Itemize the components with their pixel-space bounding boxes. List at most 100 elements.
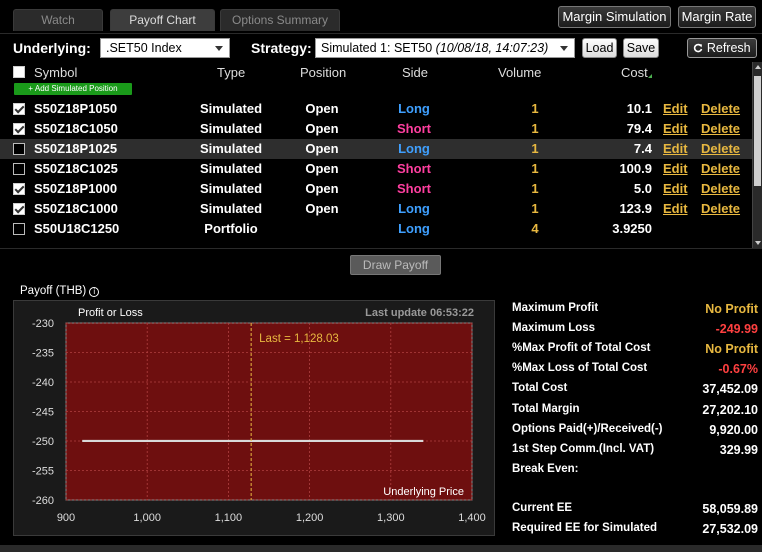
- y-tick-label: -235: [32, 348, 54, 360]
- header-side[interactable]: Side: [402, 65, 428, 80]
- stat-row: %Max Loss of Total Cost -0.67%: [512, 360, 760, 380]
- stat-row: 1st Step Comm.(Incl. VAT) 329.99: [512, 441, 760, 461]
- header-volume[interactable]: Volume: [498, 65, 541, 80]
- row-type: Simulated: [199, 201, 263, 216]
- scroll-thumb[interactable]: [754, 76, 761, 186]
- underlying-select[interactable]: .SET50 Index: [100, 38, 230, 58]
- row-position: Open: [305, 161, 339, 176]
- row-symbol: S50Z18C1000: [34, 201, 118, 216]
- stat-row: Current EE 58,059.89: [512, 500, 760, 520]
- row-checkbox[interactable]: [13, 103, 25, 115]
- row-side: Short: [397, 181, 431, 196]
- delete-link[interactable]: Delete: [701, 101, 740, 116]
- stat-row: Total Cost 37,452.09: [512, 380, 760, 400]
- edit-link[interactable]: Edit: [663, 121, 688, 136]
- draw-bar: Draw Payoff: [0, 248, 762, 280]
- row-cost: 7.4: [633, 141, 652, 156]
- edit-link[interactable]: Edit: [663, 101, 688, 116]
- row-type: Simulated: [199, 141, 263, 156]
- header-cost[interactable]: Cost: [621, 65, 648, 80]
- table-row[interactable]: S50Z18C1050 Simulated Open Short 1 79.4 Edit De…: [0, 119, 752, 139]
- stat-label: Maximum Profit: [512, 302, 599, 314]
- table-row[interactable]: S50Z18P1000 Simulated Open Short 1 5.0 Edit Del…: [0, 179, 752, 199]
- y-tick-label: -255: [32, 466, 54, 478]
- row-position: Open: [305, 141, 339, 156]
- header-position[interactable]: Position: [300, 65, 346, 80]
- stat-label: Total Margin: [512, 403, 580, 415]
- select-all-checkbox[interactable]: [13, 66, 25, 78]
- load-button[interactable]: Load: [582, 38, 617, 58]
- stat-value: 27,532.09: [702, 522, 758, 536]
- row-checkbox[interactable]: [13, 163, 25, 175]
- edit-link[interactable]: Edit: [663, 141, 688, 156]
- row-checkbox[interactable]: [13, 223, 25, 235]
- x-tick-label: 1,000: [133, 512, 161, 524]
- row-side: Long: [398, 101, 430, 116]
- delete-link[interactable]: Delete: [701, 181, 740, 196]
- table-row[interactable]: S50Z18C1000 Simulated Open Long 1 123.9 Edit De…: [0, 199, 752, 219]
- stat-label: Total Cost: [512, 382, 568, 394]
- row-side: Long: [398, 141, 430, 156]
- tab-options-summary[interactable]: Options Summary: [220, 9, 340, 31]
- row-symbol: S50Z18C1050: [34, 121, 118, 136]
- x-tick-label: 1,200: [296, 512, 324, 524]
- refresh-button[interactable]: Refresh: [687, 38, 757, 58]
- y-tick-label: -250: [32, 436, 54, 448]
- margin-simulation-button[interactable]: Margin Simulation: [558, 6, 671, 28]
- controls-bar: Underlying: .SET50 Index Strategy: Simul…: [0, 33, 762, 62]
- stat-label: %Max Loss of Total Cost: [512, 362, 648, 374]
- x-tick-label: 1,100: [215, 512, 243, 524]
- x-axis-label: Underlying Price: [383, 486, 464, 498]
- payoff-title-text: Payoff (THB): [20, 285, 87, 297]
- header-type[interactable]: Type: [217, 65, 245, 80]
- table-row[interactable]: S50Z18P1025 Simulated Open Long 1 7.4 Edit Dele…: [0, 139, 752, 159]
- stat-value: 37,452.09: [702, 382, 758, 396]
- delete-link[interactable]: Delete: [701, 161, 740, 176]
- stat-value: 58,059.89: [702, 502, 758, 516]
- stat-row: Options Paid(+)/Received(-) 9,920.00: [512, 421, 760, 441]
- row-type: Simulated: [199, 181, 263, 196]
- row-type: Simulated: [199, 161, 263, 176]
- delete-link[interactable]: Delete: [701, 201, 740, 216]
- row-type: Portfolio: [204, 221, 258, 236]
- y-tick-label: -240: [32, 377, 54, 389]
- tab-payoff-chart[interactable]: Payoff Chart: [110, 9, 215, 31]
- row-position: Open: [305, 201, 339, 216]
- row-checkbox[interactable]: [13, 183, 25, 195]
- edit-link[interactable]: Edit: [663, 161, 688, 176]
- stat-label: Maximum Loss: [512, 322, 596, 334]
- row-checkbox[interactable]: [13, 123, 25, 135]
- table-row[interactable]: S50U18C1250 Portfolio Long 4 3.9250: [0, 219, 752, 239]
- row-symbol: S50U18C1250: [34, 221, 120, 236]
- bottom-scrollbar[interactable]: [0, 545, 762, 552]
- row-volume: 1: [531, 181, 539, 196]
- add-simulated-position-button[interactable]: + Add Simulated Position: [14, 83, 132, 95]
- y-tick-label: -230: [32, 318, 54, 330]
- row-type: Simulated: [199, 121, 263, 136]
- payoff-chart-svg: -230 -235 -240 -245 -250 -255 -260900 1,000 1,10…: [32, 307, 486, 524]
- row-checkbox[interactable]: [13, 203, 25, 215]
- delete-link[interactable]: Delete: [701, 121, 740, 136]
- payoff-title: Payoff (THB) i: [20, 285, 100, 297]
- table-scrollbar[interactable]: [752, 62, 762, 248]
- margin-rate-button[interactable]: Margin Rate: [678, 6, 756, 28]
- info-icon[interactable]: i: [89, 287, 100, 297]
- delete-link[interactable]: Delete: [701, 141, 740, 156]
- last-update-label: Last update 06:53:22: [365, 307, 474, 319]
- row-cost: 79.4: [626, 121, 652, 136]
- table-row[interactable]: S50Z18C1025 Simulated Open Short 1 100.9 Edit D…: [0, 159, 752, 179]
- save-button[interactable]: Save: [623, 38, 659, 58]
- tab-watch[interactable]: Watch: [13, 9, 103, 31]
- strategy-select[interactable]: Simulated 1: SET50 (10/08/18, 14:07:23): [315, 38, 575, 58]
- y-tick-label: -245: [32, 407, 54, 419]
- stat-value: -0.67%: [718, 362, 758, 376]
- stat-label: Break Even:: [512, 463, 579, 475]
- draw-payoff-button[interactable]: Draw Payoff: [350, 255, 441, 275]
- scroll-down-icon[interactable]: [755, 241, 761, 245]
- edit-link[interactable]: Edit: [663, 201, 688, 216]
- scroll-up-icon[interactable]: [755, 65, 761, 69]
- header-symbol[interactable]: Symbol: [34, 65, 77, 80]
- table-row[interactable]: S50Z18P1050 Simulated Open Long 1 10.1 Edit Del…: [0, 99, 752, 119]
- row-checkbox[interactable]: [13, 143, 25, 155]
- edit-link[interactable]: Edit: [663, 181, 688, 196]
